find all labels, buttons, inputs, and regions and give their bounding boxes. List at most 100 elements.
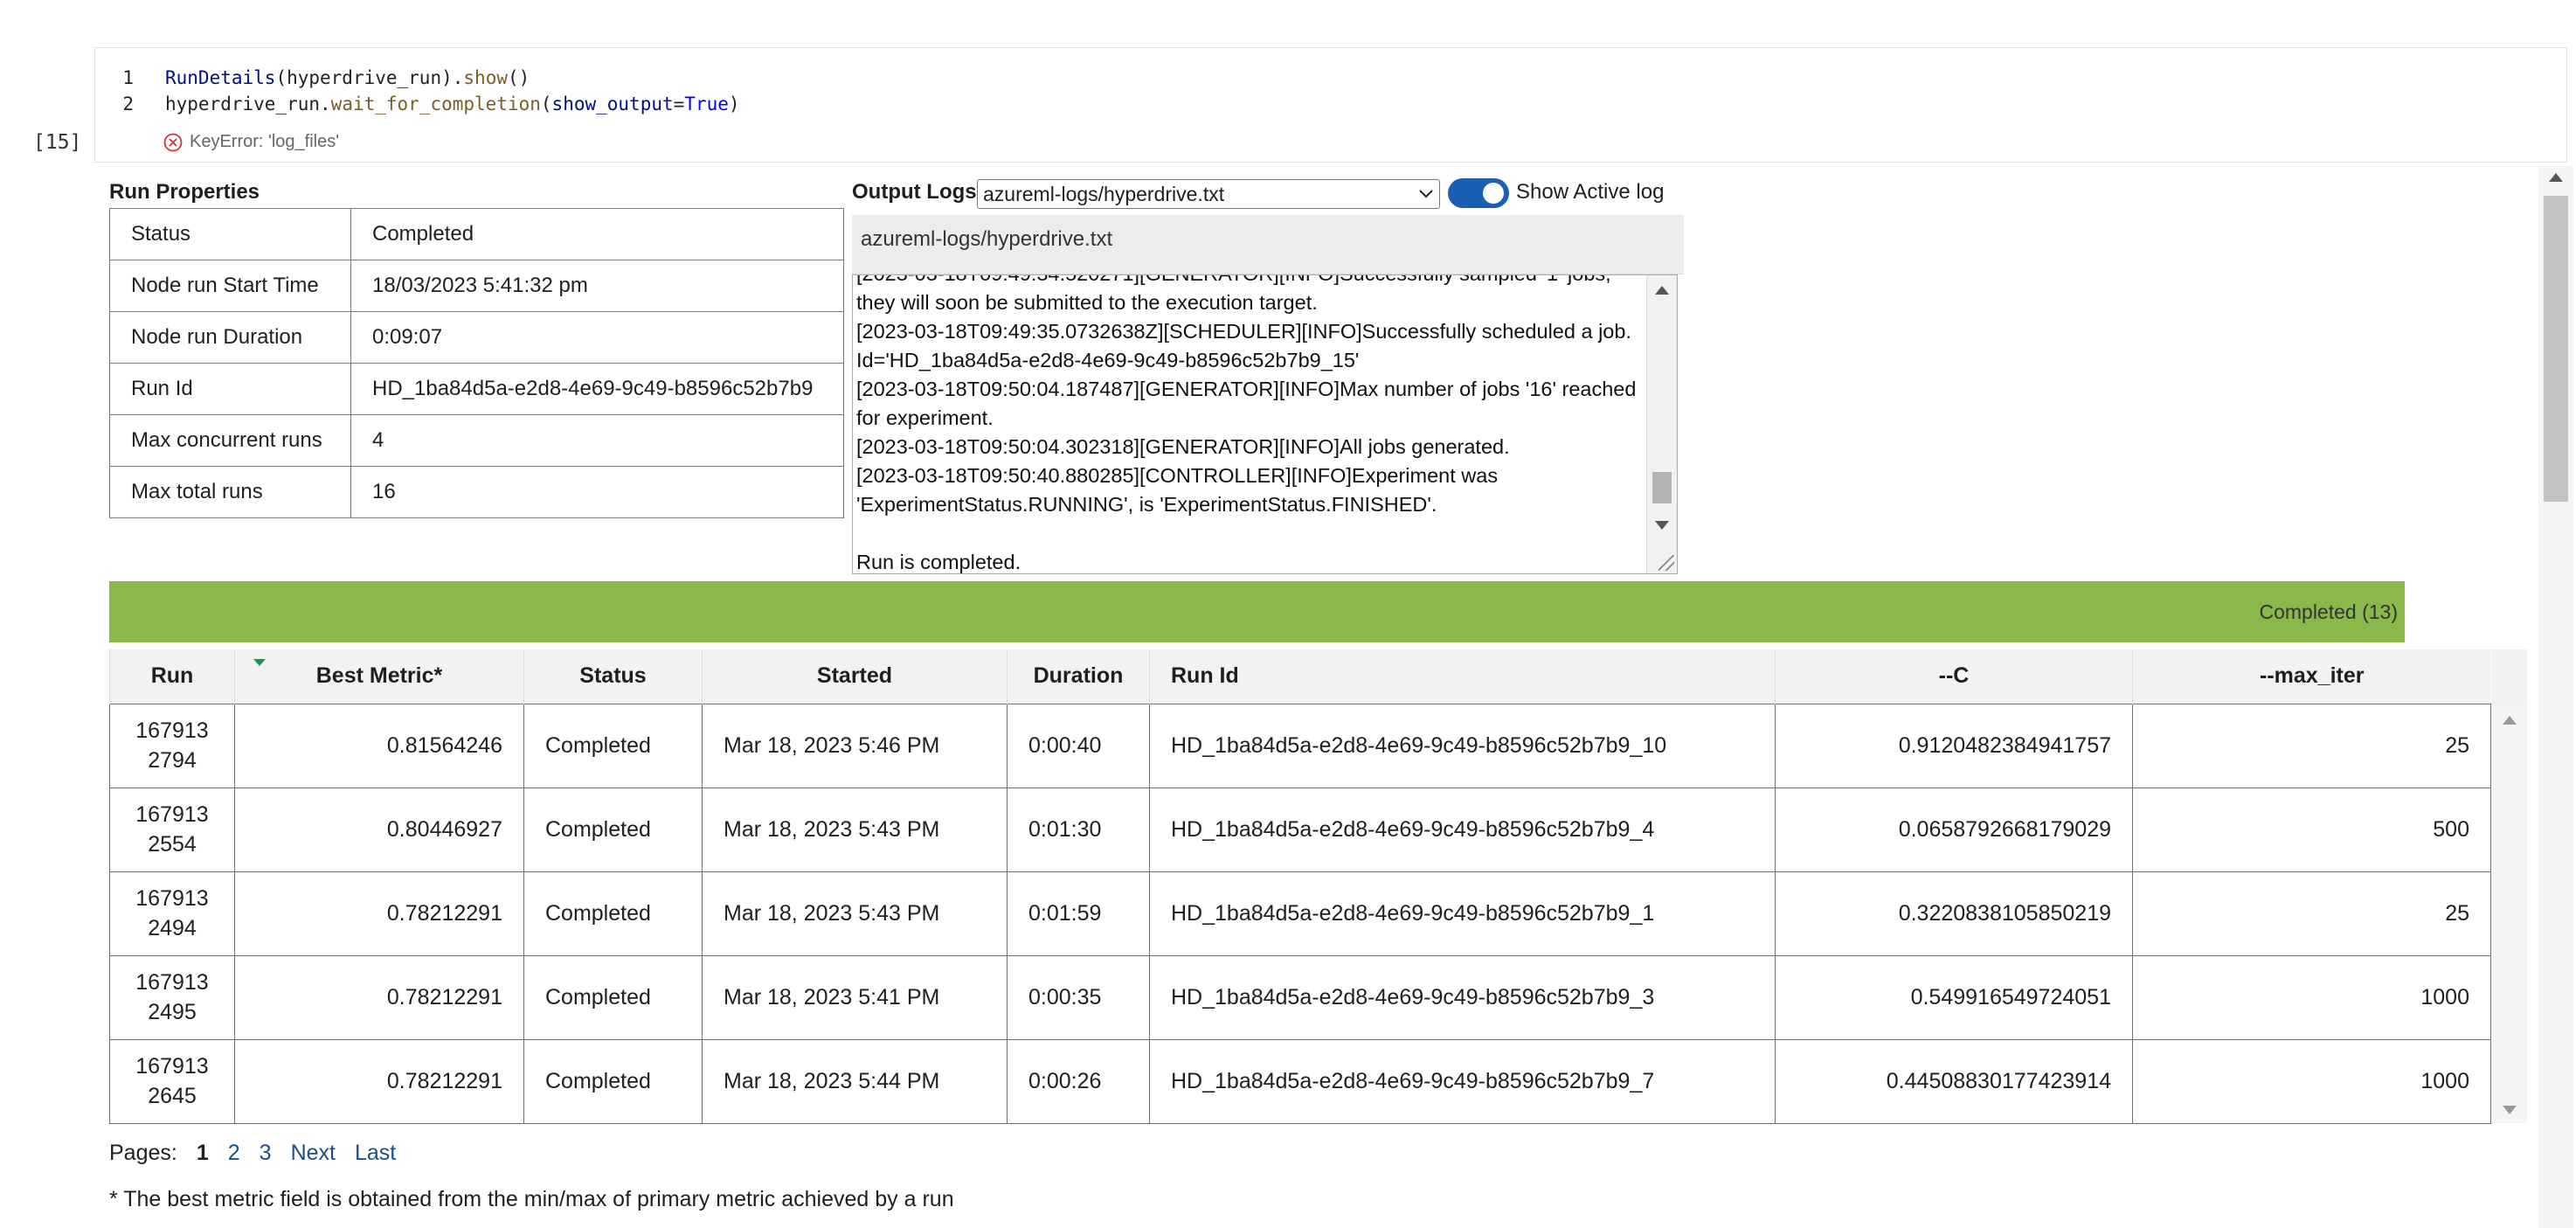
page-2-link[interactable]: 2: [228, 1141, 240, 1166]
property-value: 16: [350, 466, 844, 518]
col-max-iter-header[interactable]: --max_iter: [2132, 649, 2491, 704]
show-active-log-label: Show Active log: [1516, 180, 1665, 204]
log-scroll-thumb[interactable]: [1652, 472, 1672, 503]
cell-duration: 0:01:59: [1007, 871, 1150, 955]
property-value: HD_1ba84d5a-e2d8-4e69-9c49-b8596c52b7b9: [350, 363, 844, 415]
cell-started: Mar 18, 2023 5:43 PM: [702, 787, 1008, 871]
code-token: hyperdrive_run: [165, 94, 321, 114]
log-file-header: azureml-logs/hyperdrive.txt: [852, 215, 1684, 274]
runs-table-container: Run Best Metric* Status Started Duration Run …: [109, 649, 2528, 1126]
cell-run-id: HD_1ba84d5a-e2d8-4e69-9c49-b8596c52b7b9_…: [1149, 1038, 1776, 1124]
col-c-header[interactable]: --C: [1775, 649, 2133, 704]
scroll-down-arrow-icon[interactable]: [2503, 1106, 2517, 1114]
code-token: True: [684, 94, 729, 114]
property-row: Node run Duration 0:09:07: [109, 311, 844, 364]
chevron-down-icon: [1419, 190, 1433, 198]
cell-max-iter: 500: [2132, 787, 2491, 871]
table-row[interactable]: 167913 2495 0.78212291 Completed Mar 18, 20…: [109, 954, 2491, 1039]
code-cell[interactable]: 1 RunDetails(hyperdrive_run).show() 2 hype…: [94, 47, 2567, 163]
property-key: Max total runs: [109, 466, 351, 518]
resize-grip-icon[interactable]: [1658, 555, 1674, 571]
table-row[interactable]: 167913 2645 0.78212291 Completed Mar 18, 20…: [109, 1038, 2491, 1124]
cell-best-metric: 0.81564246: [234, 703, 524, 787]
cell-max-iter: 1000: [2132, 954, 2491, 1039]
table-row[interactable]: 167913 2794 0.81564246 Completed Mar 18, 20…: [109, 703, 2491, 787]
log-scrollbar[interactable]: [1646, 275, 1677, 573]
log-line: [2023-03-18T09:50:40.880285][CONTROLLER]…: [856, 464, 1504, 516]
cell-max-iter: 25: [2132, 871, 2491, 955]
property-row: Status Completed: [109, 208, 844, 260]
log-output-box[interactable]: [2023-03-18T09:49:34.520271][GENERATOR][…: [852, 274, 1678, 574]
page-scrollbar[interactable]: [2538, 166, 2573, 1228]
cell-c: 0.549916549724051: [1775, 954, 2133, 1039]
property-row: Max total runs 16: [109, 466, 844, 518]
cell-max-iter: 1000: [2132, 1038, 2491, 1124]
run-properties-title: Run Properties: [109, 180, 260, 204]
log-file-select-value: azureml-logs/hyperdrive.txt: [983, 182, 1225, 205]
table-row[interactable]: 167913 2554 0.80446927 Completed Mar 18, 20…: [109, 787, 2491, 871]
cell-c: 0.9120482384941757: [1775, 703, 2133, 787]
cell-run: 167913 2495: [109, 954, 235, 1039]
col-run-id-header[interactable]: Run Id: [1149, 649, 1776, 704]
runs-progress-bar: Completed (13): [109, 581, 2405, 642]
cell-started: Mar 18, 2023 5:43 PM: [702, 871, 1008, 955]
progress-label: Completed (13): [2259, 600, 2398, 623]
cell-best-metric: 0.78212291: [234, 871, 524, 955]
pagination: Pages: 1 2 3 Next Last: [109, 1141, 396, 1166]
page-3-link[interactable]: 3: [260, 1141, 272, 1166]
cell-run: 167913 2494: [109, 871, 235, 955]
line-number: 2: [122, 94, 134, 114]
cell-run: 167913 2554: [109, 787, 235, 871]
cell-run-id: HD_1ba84d5a-e2d8-4e69-9c49-b8596c52b7b9_…: [1149, 954, 1776, 1039]
cell-duration: 0:00:26: [1007, 1038, 1150, 1124]
col-duration-header[interactable]: Duration: [1007, 649, 1150, 704]
scroll-up-arrow-icon[interactable]: [2503, 716, 2517, 725]
sort-descending-icon[interactable]: [253, 659, 266, 666]
runs-table-scrollbar[interactable]: [2492, 704, 2527, 1123]
code-token: RunDetails: [165, 67, 276, 88]
cell-c: 0.0658792668179029: [1775, 787, 2133, 871]
log-line: [2023-03-18T09:50:04.302318][GENERATOR][…: [856, 435, 1510, 458]
code-line-2: 2 hyperdrive_run.wait_for_completion(show…: [122, 94, 739, 114]
col-run-header[interactable]: Run: [109, 649, 235, 704]
cell-status: Completed: [523, 703, 703, 787]
property-key: Status: [109, 208, 351, 260]
cell-run-id: HD_1ba84d5a-e2d8-4e69-9c49-b8596c52b7b9_…: [1149, 871, 1776, 955]
error-circle-icon: [163, 133, 183, 151]
scroll-up-arrow-icon[interactable]: [1655, 286, 1669, 295]
show-active-log-toggle[interactable]: [1448, 178, 1509, 208]
error-text: KeyError: 'log_files': [190, 132, 340, 151]
property-value: 4: [350, 414, 844, 467]
col-best-metric-header[interactable]: Best Metric*: [234, 649, 524, 704]
cell-duration: 0:00:40: [1007, 703, 1150, 787]
output-logs-title: Output Logs: [852, 180, 977, 204]
scroll-up-arrow-icon[interactable]: [2549, 173, 2563, 182]
property-value: Completed: [350, 208, 844, 260]
cell-started: Mar 18, 2023 5:41 PM: [702, 954, 1008, 1039]
table-row[interactable]: 167913 2494 0.78212291 Completed Mar 18, 20…: [109, 871, 2491, 955]
cell-max-iter: 25: [2132, 703, 2491, 787]
log-file-select[interactable]: azureml-logs/hyperdrive.txt: [977, 179, 1440, 209]
last-page-link[interactable]: Last: [355, 1141, 396, 1166]
execution-count: [15]: [33, 131, 82, 154]
cell-started: Mar 18, 2023 5:46 PM: [702, 703, 1008, 787]
property-row: Max concurrent runs 4: [109, 414, 844, 467]
property-value: 18/03/2023 5:41:32 pm: [350, 260, 844, 312]
next-page-link[interactable]: Next: [291, 1141, 336, 1166]
col-status-header[interactable]: Status: [523, 649, 703, 704]
page-scroll-thumb[interactable]: [2544, 196, 2568, 502]
cell-status: Completed: [523, 871, 703, 955]
cell-best-metric: 0.78212291: [234, 1038, 524, 1124]
table-header-spacer: [2492, 649, 2527, 704]
error-message: KeyError: 'log_files': [163, 132, 339, 152]
col-started-header[interactable]: Started: [702, 649, 1008, 704]
property-key: Max concurrent runs: [109, 414, 351, 467]
cell-status: Completed: [523, 787, 703, 871]
scroll-down-arrow-icon[interactable]: [1655, 521, 1669, 530]
code-token: wait_for_completion: [330, 94, 541, 114]
pages-label: Pages:: [109, 1141, 177, 1165]
page-1-link[interactable]: 1: [197, 1141, 209, 1166]
cell-run: 167913 2794: [109, 703, 235, 787]
property-row: Node run Start Time 18/03/2023 5:41:32 pm: [109, 260, 844, 312]
